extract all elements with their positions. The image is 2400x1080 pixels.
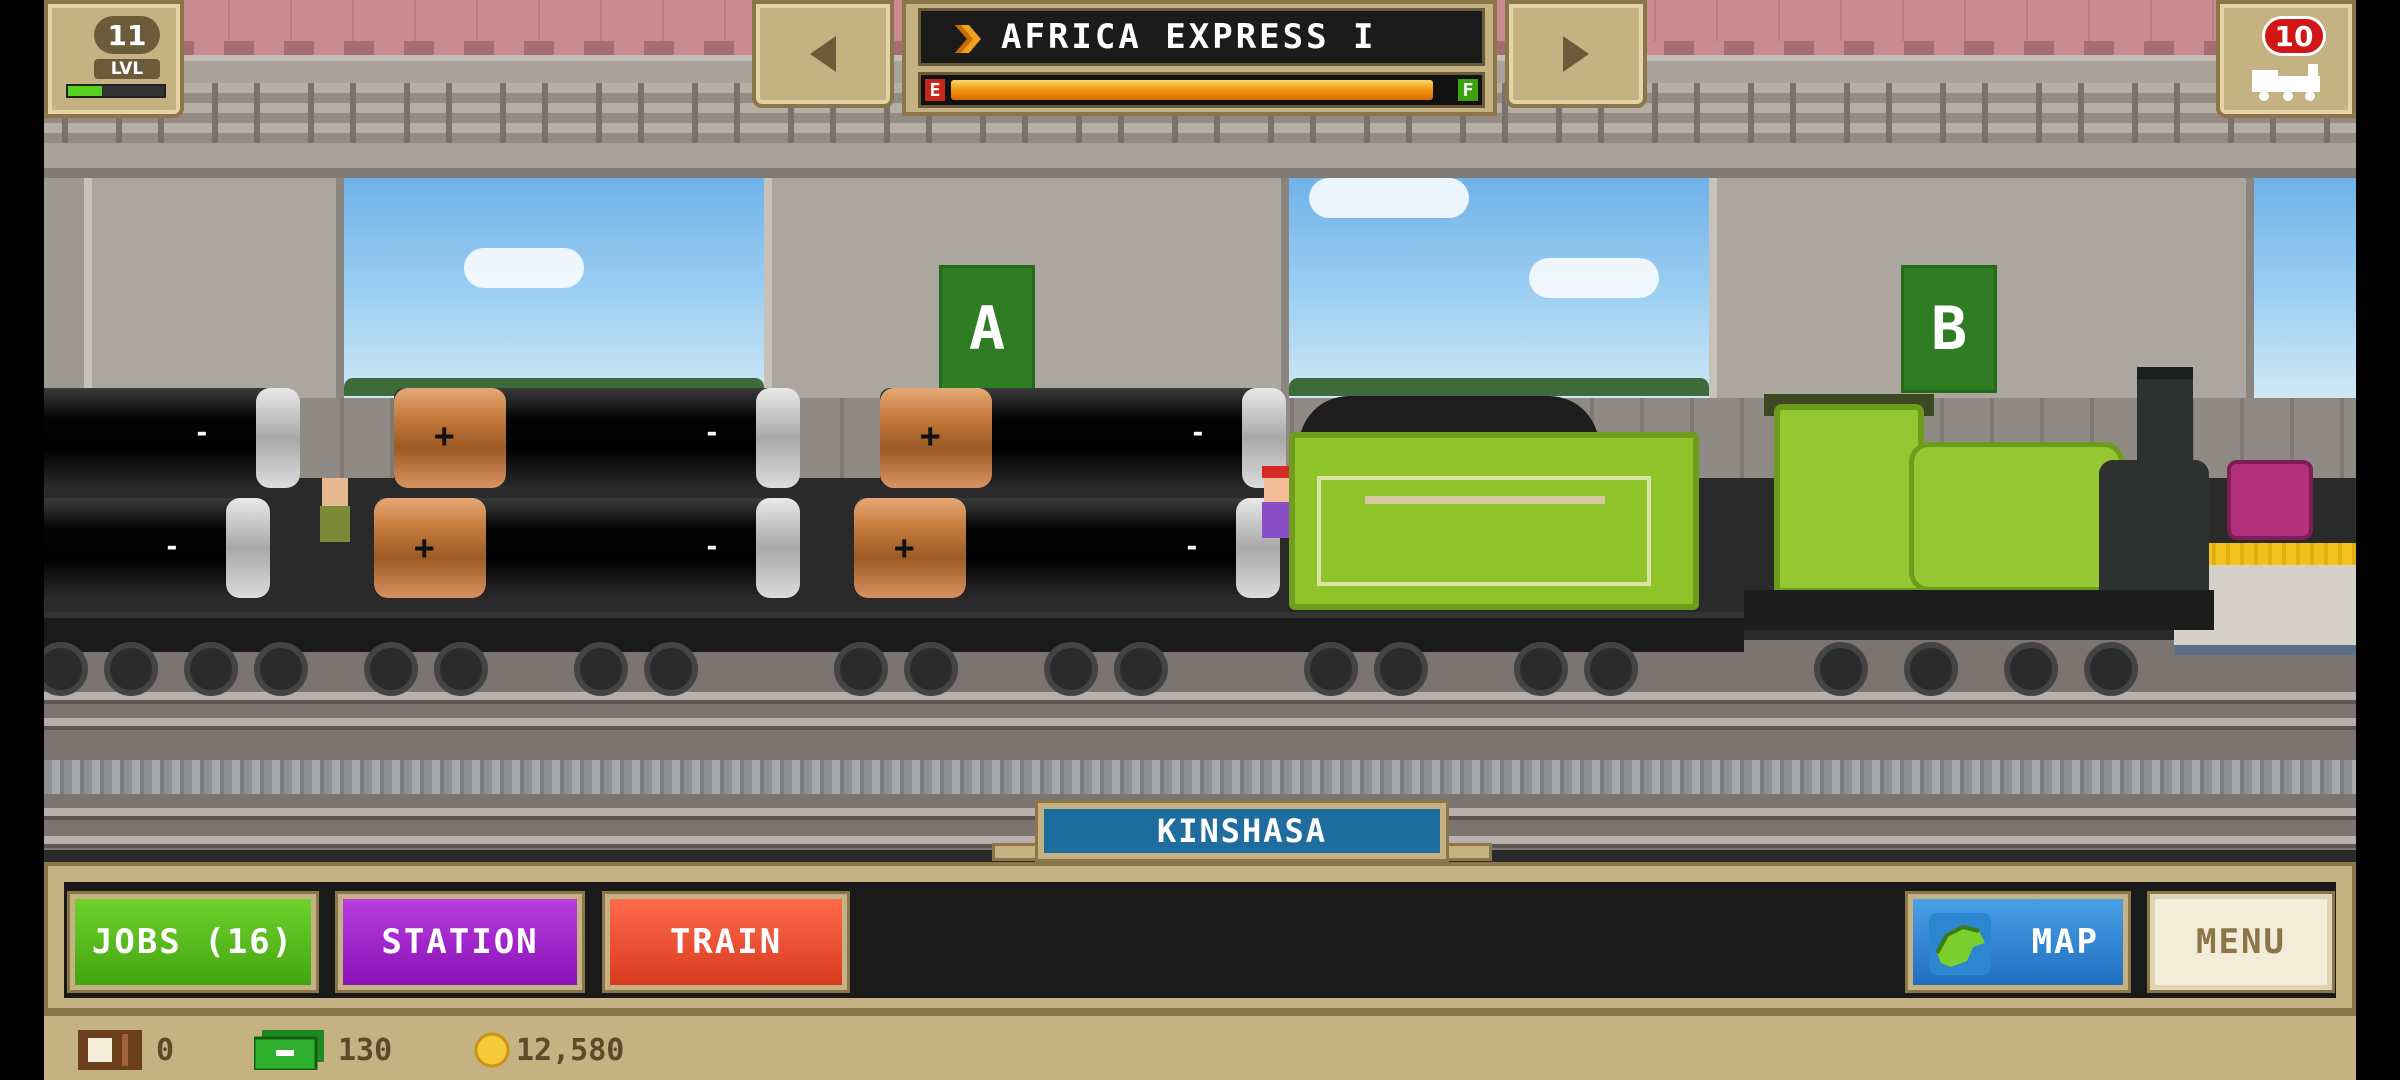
battery-car-2[interactable]: + - + -	[334, 388, 814, 638]
coins-value: 12,580	[516, 1032, 625, 1068]
train-title-panel: AFRICA EXPRESS I E F	[902, 0, 1497, 116]
train-selector: AFRICA EXPRESS I E F	[752, 0, 1647, 117]
crates-value: 0	[156, 1032, 175, 1068]
crate-icon	[78, 1030, 142, 1070]
action-panel: JOBS (16) STATION TRAIN MAP MENU	[44, 862, 2356, 1012]
station-name: KINSHASA	[1035, 800, 1449, 862]
rail	[44, 718, 2356, 730]
tender-car[interactable]	[1289, 432, 1699, 610]
xp-progress-bar	[66, 84, 166, 98]
trains-badge[interactable]: 10	[2216, 0, 2356, 118]
level-label: LVL	[94, 59, 160, 79]
trains-count: 10	[2262, 16, 2326, 56]
level-badge[interactable]: 11 LVL	[44, 0, 184, 118]
jobs-button[interactable]: JOBS (16)	[67, 891, 319, 993]
steam-locomotive[interactable]	[1744, 367, 2214, 630]
crates-counter: 0	[78, 1028, 174, 1072]
battery-car-3[interactable]: + - + -	[804, 388, 1286, 638]
currency-bar: 0 130 12,580	[44, 1012, 2356, 1080]
station-name-plate: KINSHASA	[992, 795, 1492, 865]
prev-train-button[interactable]	[752, 0, 894, 108]
bush	[1289, 378, 1709, 396]
map-button[interactable]: MAP	[1905, 891, 2131, 993]
chevron-left-icon	[810, 36, 836, 72]
train-name: AFRICA EXPRESS I	[1001, 17, 1377, 57]
train-button[interactable]: TRAIN	[602, 891, 850, 993]
luggage-bag[interactable]	[2227, 460, 2313, 540]
cash-counter: 130	[254, 1028, 392, 1072]
fuel-empty-label: E	[925, 79, 945, 101]
map-icon	[1929, 913, 1991, 975]
sky-window-1	[344, 178, 764, 398]
fuel-full-label: F	[1458, 79, 1478, 101]
ballast	[44, 760, 2356, 794]
menu-button[interactable]: MENU	[2147, 891, 2335, 993]
sky-window-3	[2254, 178, 2356, 398]
platform-sign-a: A	[939, 265, 1035, 393]
next-train-button[interactable]	[1505, 0, 1647, 108]
fuel-gauge: E F	[918, 72, 1485, 108]
coin-icon	[474, 1032, 510, 1068]
map-button-label: MAP	[2031, 922, 2099, 962]
locomotive-icon	[2252, 64, 2320, 101]
cash-icon	[254, 1030, 324, 1070]
coins-counter: 12,580	[474, 1028, 624, 1072]
fuel-fill	[951, 80, 1433, 100]
level-number: 11	[94, 16, 160, 54]
train-chassis	[44, 612, 1744, 652]
sky-window-2	[1289, 178, 1709, 398]
cash-value: 130	[338, 1032, 393, 1068]
chevron-right-icon	[1563, 36, 1589, 72]
battery-car-1[interactable]: - -	[44, 388, 314, 638]
game-viewport: A B - - + - + - + - + - 11 LVL AFRICA EX…	[44, 0, 2356, 1080]
train-front-icon	[949, 21, 987, 57]
passenger	[314, 478, 354, 558]
platform-sign-b: B	[1901, 265, 1997, 393]
station-button[interactable]: STATION	[335, 891, 585, 993]
